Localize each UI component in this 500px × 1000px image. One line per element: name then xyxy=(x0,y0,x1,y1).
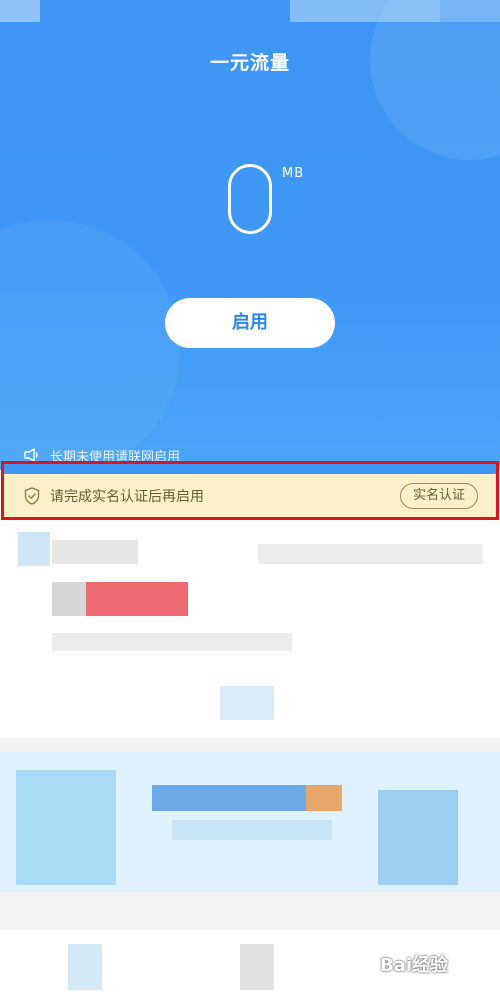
blurred-nav-item xyxy=(68,944,102,990)
flow-hero: 一元流量 0 MB 启用 长期未使用请联网启用 xyxy=(0,0,500,470)
speaker-icon xyxy=(24,448,38,462)
blurred-text xyxy=(258,544,483,564)
blurred-nav-item xyxy=(240,944,274,990)
blurred-price xyxy=(86,582,188,616)
decor-circle xyxy=(370,0,500,160)
highlight-box: 请完成实名认证后再启用 实名认证 xyxy=(1,461,499,520)
usage-value xyxy=(228,164,272,234)
blurred-icon xyxy=(18,532,50,566)
divider xyxy=(0,738,500,752)
watermark: Bai经验 xyxy=(380,955,449,976)
notice-text: 请完成实名认证后再启用 xyxy=(50,488,204,505)
blurred-banner-art xyxy=(16,770,116,885)
divider xyxy=(0,892,500,930)
blurred-badge xyxy=(52,582,86,616)
hero-edge xyxy=(4,464,496,474)
status-bar-blurred xyxy=(440,0,500,22)
blurred-banner-text xyxy=(172,820,332,840)
status-bar-blurred xyxy=(290,0,440,22)
page-title: 一元流量 xyxy=(209,52,290,74)
enable-button[interactable]: 启用 xyxy=(165,298,335,348)
blurred-banner-accent xyxy=(306,785,342,811)
blurred-text xyxy=(52,540,138,564)
verification-notice: 请完成实名认证后再启用 实名认证 xyxy=(4,474,496,517)
status-bar-blurred xyxy=(0,0,40,22)
blurred-banner-art xyxy=(378,790,458,885)
blurred-link xyxy=(220,686,274,720)
blurred-text xyxy=(52,633,292,651)
shield-icon xyxy=(24,486,40,505)
decor-circle xyxy=(0,220,180,470)
usage-unit: MB xyxy=(282,166,305,181)
verify-button[interactable]: 实名认证 xyxy=(399,482,478,509)
